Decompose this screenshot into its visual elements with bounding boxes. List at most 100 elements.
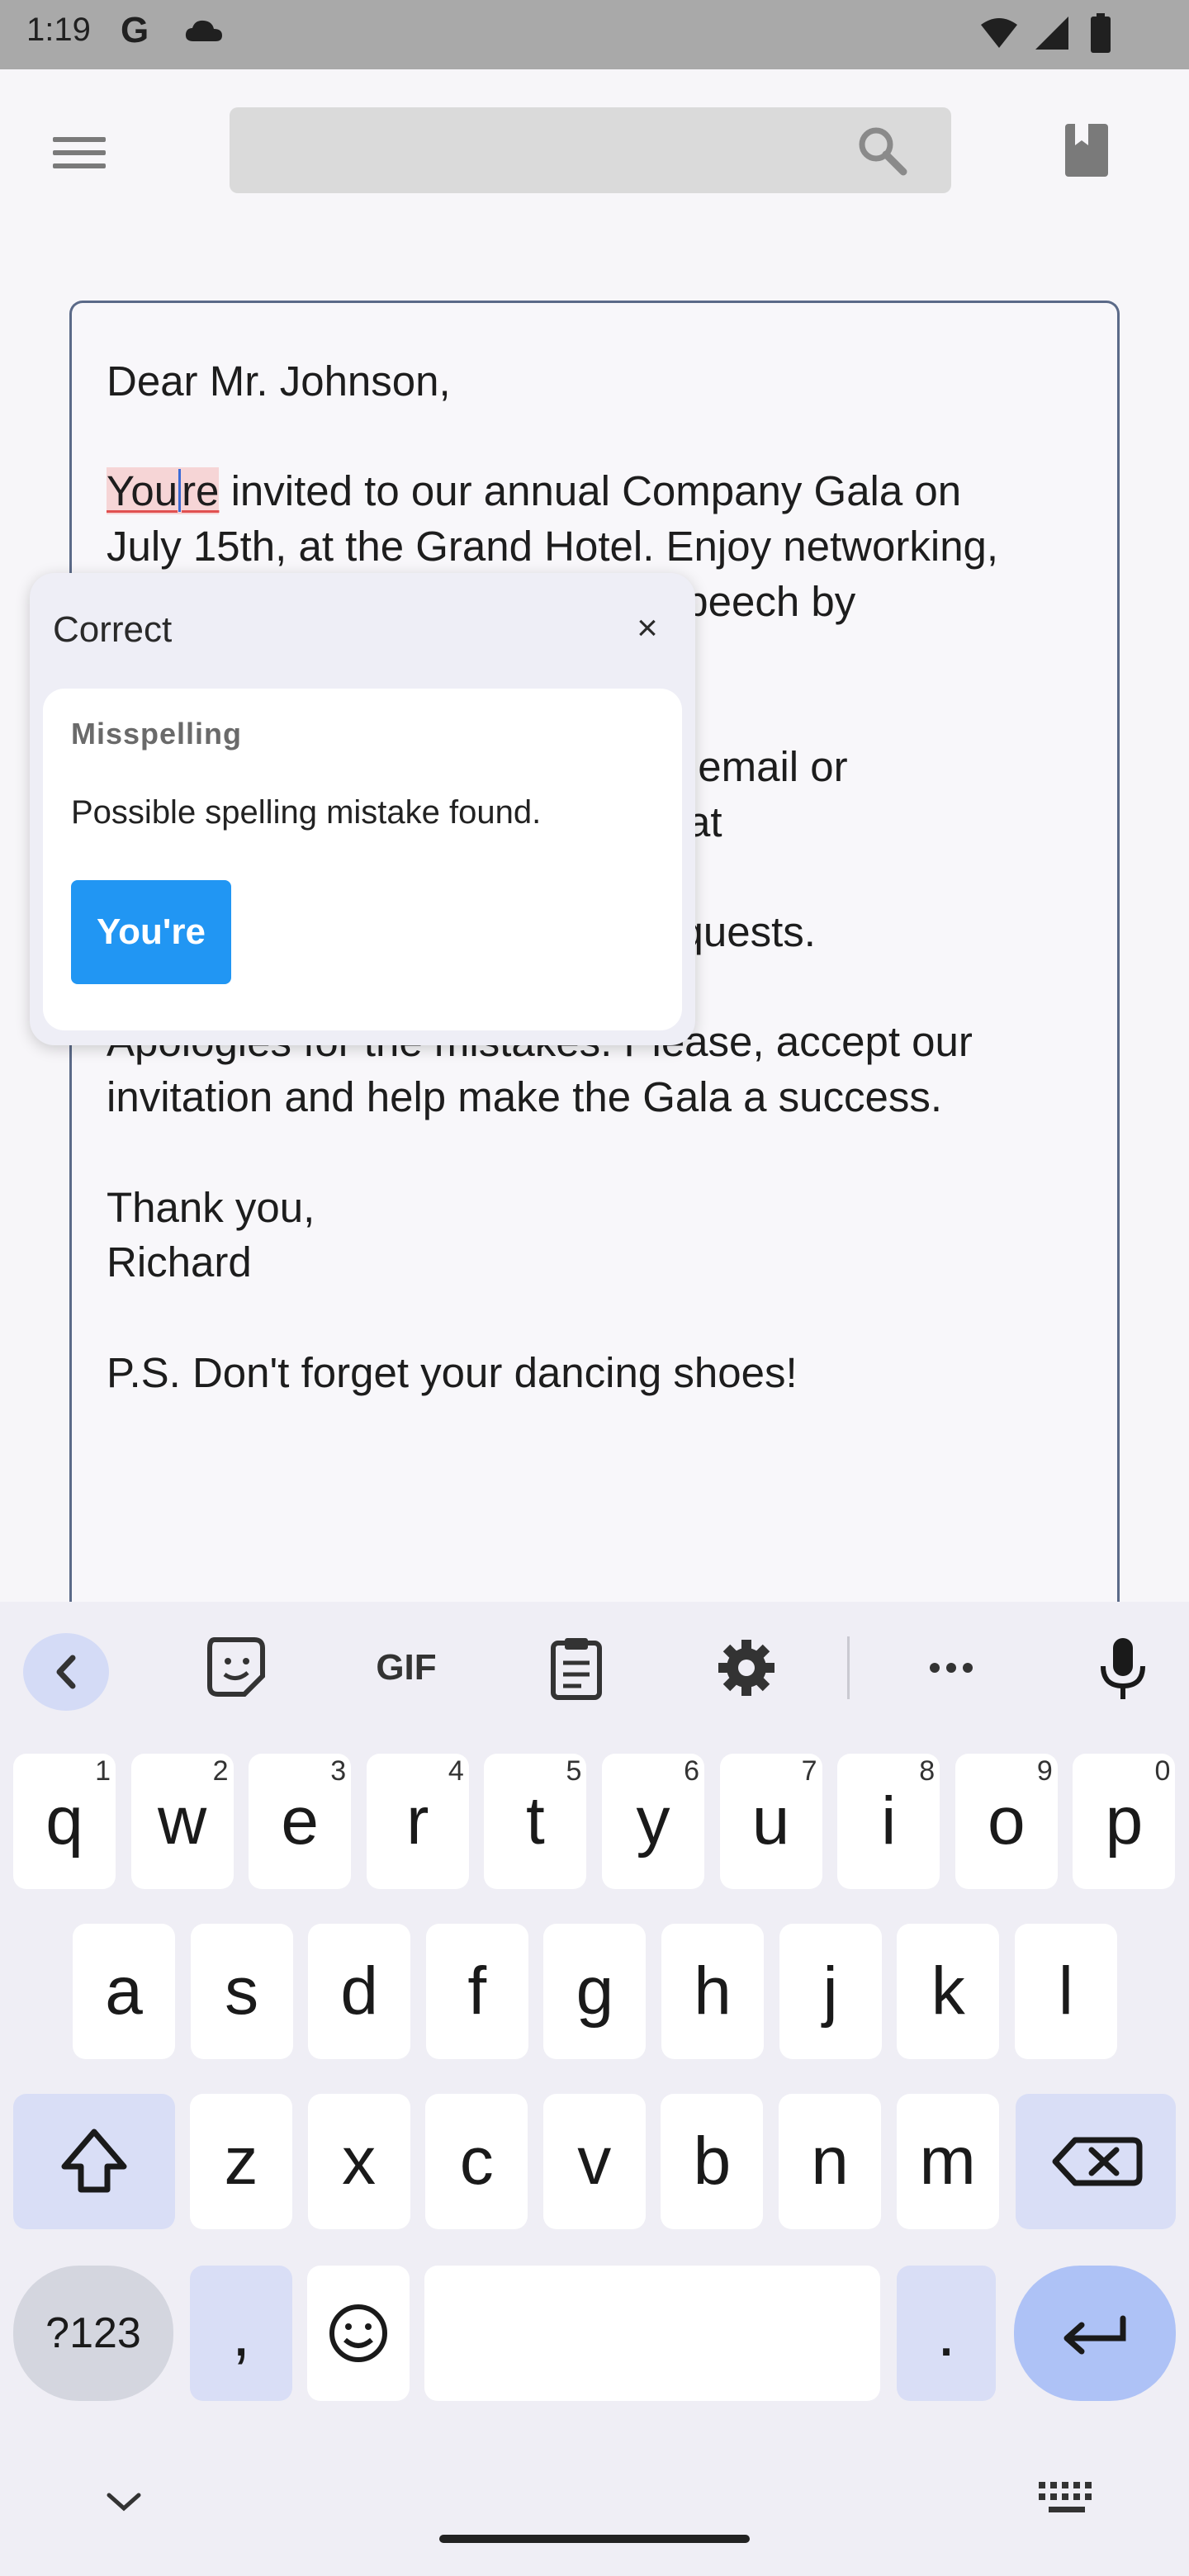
enter-icon: [1063, 2315, 1126, 2355]
key-s[interactable]: s: [190, 1924, 293, 2059]
misspelled-word[interactable]: Youre: [107, 467, 220, 515]
search-icon[interactable]: [855, 124, 908, 177]
key-g-label: g: [576, 1953, 614, 2029]
status-time: 1:19: [26, 12, 91, 48]
key-e-hint: 3: [330, 1755, 347, 1787]
misspelled-word-part: re: [182, 467, 220, 515]
symbols-key-label: ?123: [45, 2309, 141, 2357]
google-logo-icon: G: [121, 10, 149, 50]
error-category: Misspelling: [71, 717, 243, 751]
soft-keyboard: GIF q1w2e3r4t5y6u7i8o9p0 a s d f g h j k l z x c v b nm: [0, 1602, 1189, 2576]
key-d[interactable]: d: [308, 1924, 411, 2059]
key-z[interactable]: z: [190, 2094, 292, 2229]
key-v[interactable]: v: [542, 2094, 646, 2229]
bookmark-icon[interactable]: [1063, 122, 1110, 178]
menu-icon-line: [53, 163, 106, 168]
wifi-icon: [981, 18, 1017, 48]
battery-icon: [1091, 13, 1111, 53]
key-x-label: x: [342, 2124, 377, 2199]
chevron-down-icon[interactable]: [99, 2485, 149, 2518]
key-i[interactable]: i8: [837, 1754, 940, 1889]
settings-icon[interactable]: [712, 1633, 781, 1702]
key-t[interactable]: t5: [484, 1754, 587, 1889]
comma-key[interactable]: ,: [190, 2266, 292, 2401]
key-o-hint: 9: [1036, 1755, 1053, 1787]
space-key[interactable]: [424, 2266, 880, 2401]
key-m[interactable]: m: [896, 2094, 999, 2229]
key-w[interactable]: w2: [130, 1754, 234, 1889]
key-q[interactable]: q1: [13, 1754, 116, 1889]
key-i-hint: 8: [919, 1755, 936, 1787]
gif-icon[interactable]: GIF: [363, 1633, 449, 1702]
clipboard-icon[interactable]: [542, 1633, 611, 1702]
search-input[interactable]: [230, 107, 951, 193]
backspace-icon: [1052, 2137, 1143, 2186]
key-s-label: s: [225, 1953, 259, 2029]
key-p[interactable]: p0: [1073, 1754, 1176, 1889]
key-f[interactable]: f: [425, 1924, 528, 2059]
back-icon[interactable]: [23, 1633, 109, 1711]
key-k-label: k: [931, 1953, 965, 2029]
key-c[interactable]: c: [425, 2094, 528, 2229]
emoji-key[interactable]: [307, 2266, 410, 2401]
key-o[interactable]: o9: [955, 1754, 1058, 1889]
key-d-label: d: [340, 1953, 378, 2029]
period-key-label: .: [936, 2295, 956, 2370]
key-f-label: f: [467, 1953, 487, 2029]
backspace-key[interactable]: [1016, 2094, 1176, 2229]
key-p-hint: 0: [1154, 1755, 1171, 1787]
keyboard-toolbar: GIF: [0, 1602, 1189, 1734]
key-b[interactable]: b: [661, 2094, 764, 2229]
key-l[interactable]: l: [1014, 1924, 1117, 2059]
key-l-label: l: [1058, 1953, 1073, 2029]
mic-icon[interactable]: [1088, 1633, 1158, 1702]
key-v-label: v: [577, 2124, 612, 2199]
correction-popup: Correct × Misspelling Possible spelling …: [30, 573, 695, 1045]
error-message: Possible spelling mistake found.: [71, 794, 542, 831]
key-r[interactable]: r4: [366, 1754, 469, 1889]
key-b-label: b: [693, 2124, 732, 2199]
key-c-label: c: [459, 2124, 494, 2199]
period-key[interactable]: .: [897, 2266, 996, 2401]
shift-icon: [61, 2129, 127, 2193]
closing-text: Thank you, Richard: [107, 1183, 315, 1286]
symbols-key[interactable]: ?123: [13, 2266, 173, 2401]
key-h[interactable]: h: [661, 1924, 764, 2059]
greeting-text: Dear Mr. Johnson,: [107, 358, 451, 405]
status-bar: 1:19 G: [0, 0, 1189, 69]
key-x[interactable]: x: [307, 2094, 410, 2229]
key-j[interactable]: j: [779, 1924, 882, 2059]
suggestion-card: Misspelling Possible spelling mistake fo…: [43, 689, 682, 1030]
key-y[interactable]: y6: [602, 1754, 704, 1889]
postscript-text: P.S. Don't forget your dancing shoes!: [107, 1348, 798, 1396]
text-caret: [178, 469, 182, 513]
key-z-label: z: [224, 2124, 258, 2199]
key-e[interactable]: e3: [249, 1754, 352, 1889]
key-y-hint: 6: [684, 1755, 699, 1787]
home-indicator: [439, 2535, 750, 2543]
suggestion-button[interactable]: You're: [71, 880, 231, 984]
shift-key[interactable]: [13, 2094, 175, 2229]
close-icon[interactable]: ×: [631, 608, 664, 649]
key-q-hint: 1: [95, 1755, 111, 1787]
cloud-icon: [185, 20, 222, 41]
key-n-label: n: [811, 2124, 849, 2199]
key-g[interactable]: g: [543, 1924, 647, 2059]
signal-icon: [1035, 17, 1068, 50]
key-a-label: a: [105, 1953, 143, 2029]
keyboard-switch-icon[interactable]: [1037, 2479, 1098, 2518]
key-u[interactable]: u7: [719, 1754, 822, 1889]
key-k[interactable]: k: [897, 1924, 1000, 2059]
menu-button[interactable]: [48, 132, 111, 173]
key-r-hint: 4: [448, 1755, 464, 1787]
key-w-hint: 2: [212, 1755, 229, 1787]
toolbar-divider: [847, 1636, 850, 1699]
comma-key-label: ,: [231, 2295, 251, 2370]
more-icon[interactable]: [917, 1633, 986, 1702]
key-a[interactable]: a: [73, 1924, 175, 2059]
menu-icon-line: [53, 150, 106, 155]
sticker-icon[interactable]: [203, 1633, 272, 1702]
key-t-hint: 5: [566, 1755, 582, 1787]
enter-key[interactable]: [1014, 2266, 1176, 2401]
key-n[interactable]: n: [779, 2094, 881, 2229]
